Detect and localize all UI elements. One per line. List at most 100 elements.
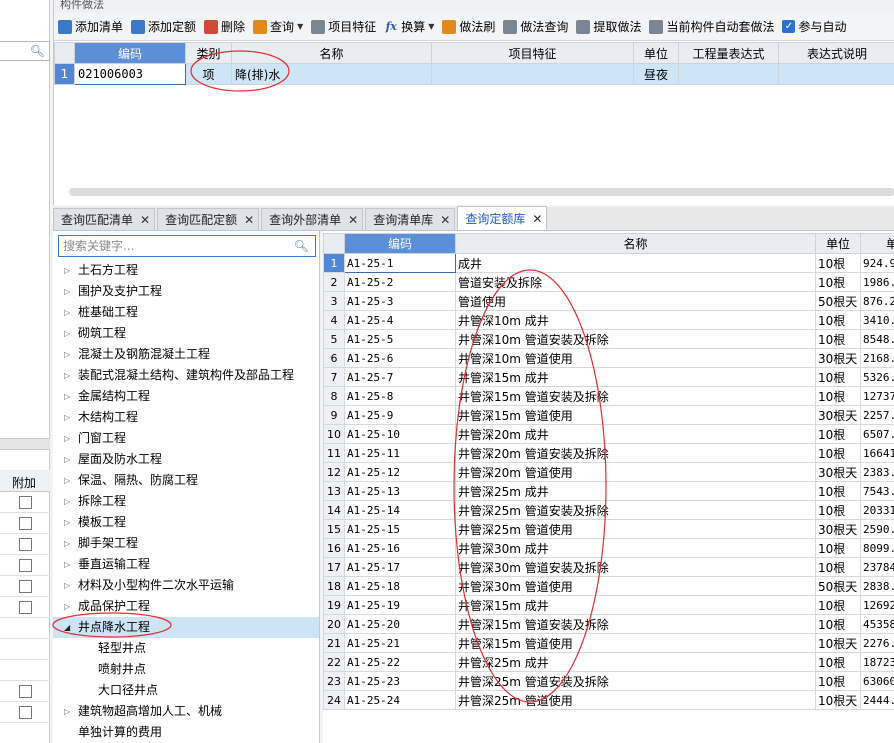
auto-apply-button[interactable]: 当前构件自动套做法 [645, 15, 778, 39]
row-index[interactable]: 6 [323, 348, 345, 368]
table-row[interactable]: 8 A1-25-8 井管深15m 管道安装及拆除 10根 12737 [323, 386, 894, 406]
cell-price[interactable]: 8548. [860, 329, 894, 349]
row-index[interactable]: 24 [323, 690, 345, 710]
cell-unit[interactable]: 昼夜 [633, 63, 679, 85]
cell-code[interactable]: A1-25-11 [344, 443, 456, 463]
collapsed-arrow-icon[interactable]: ▷ [64, 596, 70, 617]
tab-2[interactable]: 查询外部清单 ✕ [261, 208, 364, 230]
table-row[interactable]: 4 A1-25-4 井管深10m 成井 10根 3410. [323, 310, 894, 330]
cell-unit[interactable]: 50根天 [815, 576, 861, 596]
cell-price[interactable]: 1986. [860, 272, 894, 292]
cell-code[interactable]: A1-25-10 [344, 424, 456, 444]
cell-name[interactable]: 井管深15m 成井 [455, 595, 816, 615]
tree-item[interactable]: ▷ 垂直运输工程 [53, 554, 319, 575]
cell-name[interactable]: 井管深25m 成井 [455, 652, 816, 672]
cell-price[interactable]: 3410. [860, 310, 894, 330]
collapsed-arrow-icon[interactable]: ▷ [64, 386, 70, 407]
cell-unit[interactable]: 10根 [815, 538, 861, 558]
cell-unit[interactable]: 10根天 [815, 633, 861, 653]
tree-item[interactable]: ▷ 木结构工程 [53, 407, 319, 428]
cell-feature[interactable] [431, 63, 634, 85]
table-row[interactable]: 15 A1-25-15 井管深25m 管道使用 30根天 2590. [323, 519, 894, 539]
collapsed-arrow-icon[interactable]: ▷ [64, 344, 70, 365]
tree-item[interactable]: ▷ 围护及支护工程 [53, 281, 319, 302]
tree-item[interactable]: ▷ 屋面及防水工程 [53, 449, 319, 470]
cell-unit[interactable]: 10根 [815, 443, 861, 463]
cell-name[interactable]: 井管深20m 管道使用 [455, 462, 816, 482]
column-header-feature[interactable]: 项目特征 [431, 42, 634, 64]
cell-name[interactable]: 井管深10m 成井 [455, 310, 816, 330]
tree-item[interactable]: ▷ 拆除工程 [53, 491, 319, 512]
table-row[interactable]: 7 A1-25-7 井管深15m 成井 10根 5326. [323, 367, 894, 387]
chevron-down-icon[interactable]: ▼ [428, 22, 434, 31]
column-header-category[interactable]: 类别 [185, 42, 232, 64]
cell-price[interactable]: 2444. [860, 690, 894, 710]
close-icon[interactable]: ✕ [440, 213, 450, 227]
collapsed-arrow-icon[interactable]: ▷ [64, 407, 70, 428]
table-row[interactable]: 10 A1-25-10 井管深20m 成井 10根 6507. [323, 424, 894, 444]
table-row[interactable]: 1 A1-25-1 成井 10根 924.9 [323, 253, 894, 273]
cell-price[interactable]: 2257. [860, 405, 894, 425]
table-row[interactable]: 9 A1-25-9 井管深15m 管道使用 30根天 2257. [323, 405, 894, 425]
tab-1[interactable]: 查询匹配定额 ✕ [157, 208, 260, 230]
collapsed-arrow-icon[interactable]: ▷ [64, 281, 70, 302]
collapsed-arrow-icon[interactable]: ▷ [64, 554, 70, 575]
collapsed-arrow-icon[interactable]: ▷ [64, 260, 70, 281]
cell-unit[interactable]: 10根 [815, 272, 861, 292]
cell-code[interactable]: 021006003 [74, 63, 186, 85]
collapsed-arrow-icon[interactable]: ▷ [64, 533, 70, 554]
cell-code[interactable]: A1-25-14 [344, 500, 456, 520]
row-index[interactable]: 20 [323, 614, 345, 634]
cell-unit[interactable]: 10根 [815, 595, 861, 615]
cell-unit[interactable]: 10根 [815, 557, 861, 577]
cell-price[interactable]: 2168. [860, 348, 894, 368]
cell-name[interactable]: 井管深15m 管道安装及拆除 [455, 614, 816, 634]
panel-splitter[interactable] [0, 438, 50, 450]
row-index[interactable]: 3 [323, 291, 345, 311]
participate-checkbox[interactable]: ✓ 参与自动 [778, 15, 850, 39]
tab-0[interactable]: 查询匹配清单 ✕ [53, 208, 156, 230]
cell-unit[interactable]: 10根 [815, 481, 861, 501]
cell-price[interactable]: 2838. [860, 576, 894, 596]
cell-price[interactable]: 6507. [860, 424, 894, 444]
tree-item[interactable]: ▷ 混凝土及钢筋混凝土工程 [53, 344, 319, 365]
cell-unit[interactable]: 10根 [815, 671, 861, 691]
cell-code[interactable]: A1-25-24 [344, 690, 456, 710]
column-header-code[interactable]: 编码 [74, 42, 186, 64]
row-index[interactable]: 19 [323, 595, 345, 615]
cell-unit[interactable]: 10根 [815, 253, 861, 273]
cell-unit[interactable]: 30根天 [815, 405, 861, 425]
horizontal-scrollbar[interactable] [69, 188, 894, 196]
addon-checkbox[interactable] [19, 517, 32, 530]
cell-price[interactable]: 7543. [860, 481, 894, 501]
cell-price[interactable]: 16641 [860, 443, 894, 463]
row-index[interactable]: 5 [323, 329, 345, 349]
cell-unit[interactable]: 10根 [815, 424, 861, 444]
table-row[interactable]: 22 A1-25-22 井管深25m 成井 10根 18723 [323, 652, 894, 672]
cell-code[interactable]: A1-25-9 [344, 405, 456, 425]
row-index[interactable]: 16 [323, 538, 345, 558]
cell-unit[interactable]: 10根 [815, 386, 861, 406]
tree-item[interactable]: ▷ 门窗工程 [53, 428, 319, 449]
delete-button[interactable]: 删除 [200, 15, 249, 39]
cell-price[interactable]: 2383. [860, 462, 894, 482]
cell-name[interactable]: 井管深20m 成井 [455, 424, 816, 444]
item-feature-button[interactable]: 项目特征 [307, 15, 380, 39]
close-icon[interactable]: ✕ [244, 213, 254, 227]
row-index[interactable]: 7 [323, 367, 345, 387]
tree-item[interactable]: ▷ 模板工程 [53, 512, 319, 533]
cell-name[interactable]: 井管深20m 管道安装及拆除 [455, 443, 816, 463]
collapsed-arrow-icon[interactable]: ▷ [64, 701, 70, 722]
row-index[interactable]: 10 [323, 424, 345, 444]
cell-price[interactable]: 63060 [860, 671, 894, 691]
column-header-price[interactable]: 单 [860, 233, 894, 254]
cell-price[interactable]: 18723 [860, 652, 894, 672]
cell-price[interactable]: 20331 [860, 500, 894, 520]
cell-code[interactable]: A1-25-22 [344, 652, 456, 672]
row-index[interactable]: 8 [323, 386, 345, 406]
tree-item[interactable]: ▷ 脚手架工程 [53, 533, 319, 554]
cell-name[interactable]: 降(排)水 [231, 63, 432, 85]
search-icon[interactable]: 🔍︎ [30, 44, 45, 58]
cell-code[interactable]: A1-25-23 [344, 671, 456, 691]
cell-name[interactable]: 井管深30m 成井 [455, 538, 816, 558]
